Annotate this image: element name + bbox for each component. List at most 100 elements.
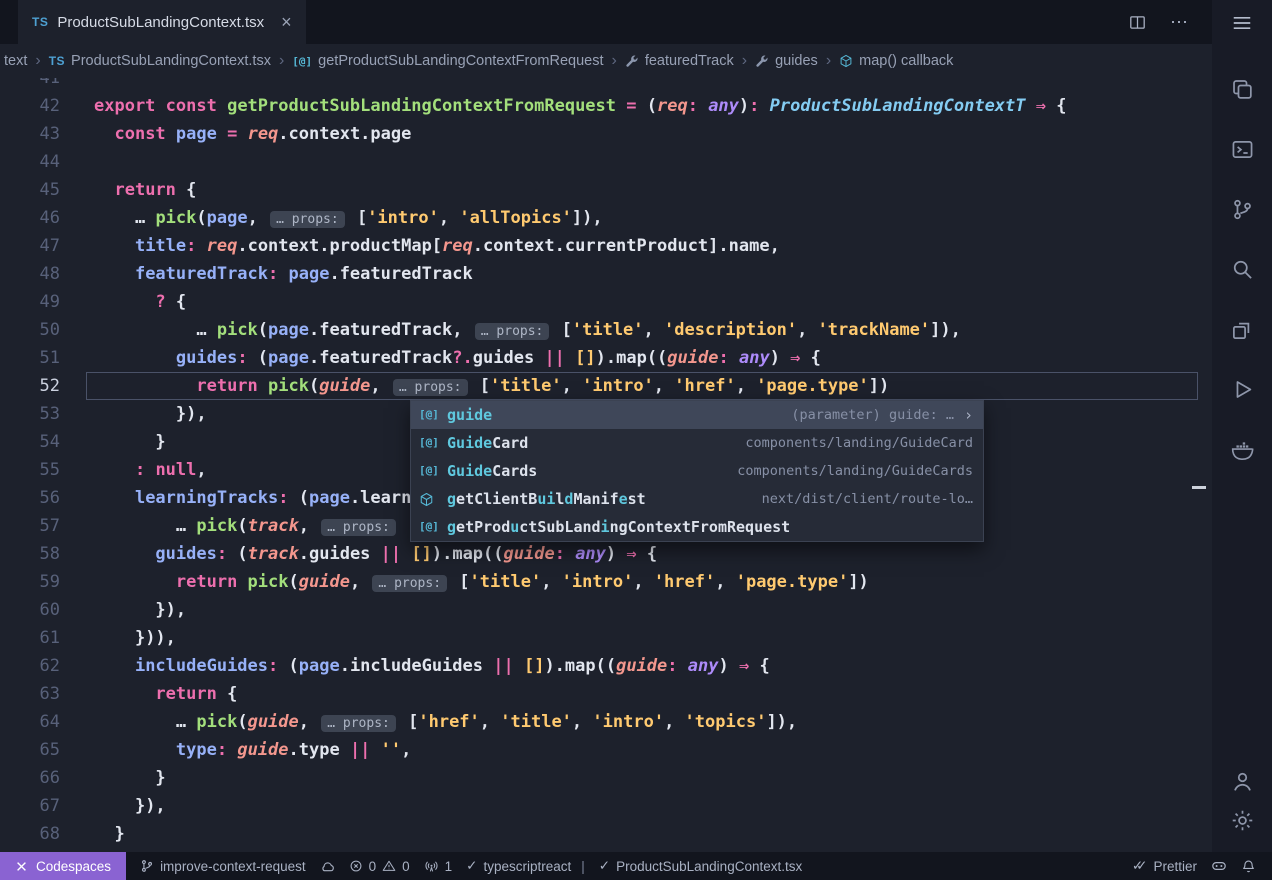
code-line-42[interactable]: 42export const getProductSubLandingConte… bbox=[0, 92, 1212, 120]
code-text: featuredTrack: page.featuredTrack bbox=[86, 260, 1198, 288]
sync-button[interactable] bbox=[320, 859, 335, 874]
token: '' bbox=[381, 740, 401, 760]
notifications-bell-button[interactable] bbox=[1241, 859, 1256, 874]
code-text bbox=[86, 78, 1198, 92]
code-text: type: guide.type || '', bbox=[86, 736, 1198, 764]
code-line-43[interactable]: 43 const page = req.context.page bbox=[0, 120, 1212, 148]
code-line-60[interactable]: 60 }), bbox=[0, 596, 1212, 624]
code-line-64[interactable]: 64 … pick(guide, … props: ['href', 'titl… bbox=[0, 708, 1212, 736]
code-line-44[interactable]: 44 bbox=[0, 148, 1212, 176]
code-line-63[interactable]: 63 return { bbox=[0, 680, 1212, 708]
token: : bbox=[749, 96, 769, 116]
code-text: ? { bbox=[86, 288, 1198, 316]
token: , bbox=[439, 208, 459, 228]
token: guides bbox=[473, 348, 545, 368]
code-line-65[interactable]: 65 type: guide.type || '', bbox=[0, 736, 1212, 764]
prettier-button[interactable]: ✓✓ Prettier bbox=[1132, 858, 1197, 874]
branch-button[interactable]: improve-context-request bbox=[140, 859, 306, 874]
token: req bbox=[207, 236, 238, 256]
problems-button[interactable]: 0 0 bbox=[349, 859, 410, 874]
extensions-icon[interactable] bbox=[1231, 318, 1254, 341]
token: = bbox=[217, 124, 248, 144]
more-actions-icon[interactable]: ⋯ bbox=[1170, 12, 1188, 33]
breadcrumb-function[interactable]: [@] getProductSubLandingContextFromReque… bbox=[292, 53, 603, 69]
run-debug-icon[interactable] bbox=[1231, 378, 1254, 401]
search-icon[interactable] bbox=[1231, 258, 1254, 281]
code-line-61[interactable]: 61 })), bbox=[0, 624, 1212, 652]
code-text: guides: (track.guides || []).map((guide:… bbox=[86, 540, 1198, 568]
chevron-right-icon: › bbox=[35, 52, 40, 70]
token: return bbox=[114, 180, 175, 200]
breadcrumb-map-callback[interactable]: map() callback bbox=[839, 53, 953, 69]
breadcrumb-featuredtrack[interactable]: featuredTrack bbox=[625, 53, 734, 69]
code-line-46[interactable]: 46 … pick(page, … props: ['intro', 'allT… bbox=[0, 204, 1212, 232]
code-line-68[interactable]: 68 } bbox=[0, 820, 1212, 848]
suggestion-guide[interactable]: [@]guide(parameter) guide: …› bbox=[411, 401, 983, 429]
code-line-62[interactable]: 62 includeGuides: (page.includeGuides ||… bbox=[0, 652, 1212, 680]
code-line-45[interactable]: 45 return { bbox=[0, 176, 1212, 204]
token: [ bbox=[551, 320, 571, 340]
token: , bbox=[633, 572, 653, 592]
line-number: 63 bbox=[0, 680, 60, 708]
suggestion-getClientBuildManifest[interactable]: getClientBuildManifestnext/dist/client/r… bbox=[411, 485, 983, 513]
token: return bbox=[176, 572, 248, 592]
language-mode-button[interactable]: ✓ typescriptreact | bbox=[466, 858, 585, 874]
line-number: 52 bbox=[0, 372, 60, 400]
code-line-58[interactable]: 58 guides: (track.guides || []).map((gui… bbox=[0, 540, 1212, 568]
source-control-icon[interactable] bbox=[1231, 198, 1254, 221]
code-line-41[interactable]: 41 bbox=[0, 78, 1212, 92]
code-line-69[interactable]: 69} bbox=[0, 848, 1212, 852]
breadcrumb-folder[interactable]: text bbox=[4, 53, 27, 69]
suggestion-GuideCards[interactable]: [@]GuideCardscomponents/landing/GuideCar… bbox=[411, 457, 983, 485]
code-line-59[interactable]: 59 return pick(guide, … props: ['title',… bbox=[0, 568, 1212, 596]
token: : bbox=[278, 488, 298, 508]
token: ProductSubLandingContextT bbox=[770, 96, 1026, 116]
token: : bbox=[217, 740, 237, 760]
explorer-copy-icon[interactable] bbox=[1231, 78, 1254, 101]
code-line-49[interactable]: 49 ? { bbox=[0, 288, 1212, 316]
code-line-51[interactable]: 51 guides: (page.featuredTrack?.guides |… bbox=[0, 344, 1212, 372]
code-line-50[interactable]: 50 … pick(page.featuredTrack, … props: [… bbox=[0, 316, 1212, 344]
token: ( bbox=[258, 320, 268, 340]
token: { bbox=[759, 656, 769, 676]
close-icon[interactable]: × bbox=[281, 13, 292, 31]
token: ) bbox=[606, 544, 616, 564]
token: [ bbox=[347, 208, 367, 228]
copilot-button[interactable] bbox=[1211, 858, 1227, 874]
menu-icon[interactable] bbox=[1231, 12, 1253, 34]
token: ( bbox=[196, 208, 206, 228]
token: ⇒ bbox=[616, 544, 647, 564]
ports-button[interactable]: 1 bbox=[424, 859, 453, 874]
token: }), bbox=[155, 600, 186, 620]
split-editor-icon[interactable] bbox=[1129, 14, 1146, 31]
suggestion-GuideCard[interactable]: [@]GuideCardcomponents/landing/GuideCard bbox=[411, 429, 983, 457]
docker-icon[interactable] bbox=[1230, 438, 1254, 462]
tab-productsublandingcontext[interactable]: TS ProductSubLandingContext.tsx × bbox=[18, 0, 306, 44]
vscode-window: TS ProductSubLandingContext.tsx × ⋯ tex bbox=[0, 0, 1272, 880]
code-line-47[interactable]: 47 title: req.context.productMap[req.con… bbox=[0, 232, 1212, 260]
code-line-66[interactable]: 66 } bbox=[0, 764, 1212, 792]
scrollbar-thumb[interactable] bbox=[1192, 486, 1206, 489]
token: pick bbox=[196, 712, 237, 732]
symbol-variable-icon: [@] bbox=[419, 429, 447, 457]
terminal-icon[interactable] bbox=[1231, 138, 1254, 161]
settings-gear-icon[interactable] bbox=[1231, 809, 1254, 832]
token: type bbox=[176, 740, 217, 760]
code-line-48[interactable]: 48 featuredTrack: page.featuredTrack bbox=[0, 260, 1212, 288]
token: const bbox=[166, 96, 227, 116]
line-number: 56 bbox=[0, 484, 60, 512]
suggestion-getProductSubLandingContextFromRequest[interactable]: [@]getProductSubLandingContextFromReques… bbox=[411, 513, 983, 541]
code-line-52[interactable]: 52 return pick(guide, … props: ['title',… bbox=[0, 372, 1212, 400]
code-text: … pick(page.featuredTrack, … props: ['ti… bbox=[86, 316, 1198, 344]
token: , bbox=[562, 376, 582, 396]
breadcrumb-guides[interactable]: guides bbox=[755, 53, 818, 69]
code-line-67[interactable]: 67 }), bbox=[0, 792, 1212, 820]
codespaces-remote-button[interactable]: Codespaces bbox=[0, 852, 126, 880]
active-file-button[interactable]: ✓ ProductSubLandingContext.tsx bbox=[599, 858, 802, 874]
code-editor[interactable]: 4142export const getProductSubLandingCon… bbox=[0, 78, 1212, 852]
account-icon[interactable] bbox=[1231, 770, 1254, 793]
token: guide bbox=[667, 348, 718, 368]
wrench-icon bbox=[625, 54, 639, 68]
breadcrumb-file[interactable]: TS ProductSubLandingContext.tsx bbox=[49, 53, 271, 69]
chevron-right-icon[interactable]: › bbox=[964, 401, 973, 429]
